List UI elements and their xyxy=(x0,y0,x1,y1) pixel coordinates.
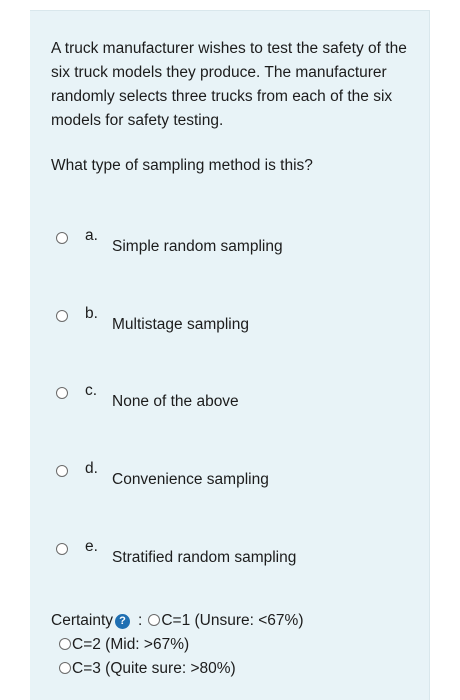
radio-d[interactable] xyxy=(56,465,68,477)
certainty-radio-1[interactable] xyxy=(148,614,161,626)
certainty-choice-3[interactable]: C=3 (Quite sure: >80%) xyxy=(72,660,236,677)
question-text: A truck manufacturer wishes to test the … xyxy=(51,37,421,199)
help-icon[interactable]: ? xyxy=(115,614,131,629)
certainty-radio-3[interactable] xyxy=(59,662,71,674)
question-panel: A truck manufacturer wishes to test the … xyxy=(30,10,430,700)
certainty-choice-1[interactable]: C=1 (Unsure: <67%) xyxy=(161,612,303,629)
certainty-choice-2[interactable]: C=2 (Mid: >67%) xyxy=(72,636,189,653)
certainty-line-3: C=3 (Quite sure: >80%) xyxy=(51,657,421,681)
option-label[interactable]: Stratified random sampling xyxy=(112,549,296,567)
question-prompt: What type of sampling method is this? xyxy=(51,157,313,174)
option-letter: d. xyxy=(85,460,98,477)
option-label[interactable]: Simple random sampling xyxy=(112,238,283,256)
option-letter: a. xyxy=(85,227,98,244)
option-label[interactable]: Convenience sampling xyxy=(112,471,269,489)
option-letter: c. xyxy=(85,382,98,399)
certainty-radio-2[interactable] xyxy=(59,638,71,650)
radio-e[interactable] xyxy=(56,543,68,555)
option-e[interactable]: e. Stratified random sampling xyxy=(56,538,396,574)
option-letter: b. xyxy=(85,305,98,322)
option-d[interactable]: d. Convenience sampling xyxy=(56,460,396,496)
option-b[interactable]: b. Multistage sampling xyxy=(56,305,396,341)
certainty-label: Certainty xyxy=(51,612,114,629)
radio-c[interactable] xyxy=(56,387,68,399)
radio-b[interactable] xyxy=(56,310,68,322)
certainty-colon: : xyxy=(138,612,143,629)
option-a[interactable]: a. Simple random sampling xyxy=(56,227,396,263)
question-paragraph: A truck manufacturer wishes to test the … xyxy=(51,40,407,129)
option-c[interactable]: c. None of the above xyxy=(56,382,396,418)
certainty-line-2: C=2 (Mid: >67%) xyxy=(51,633,421,657)
option-letter: e. xyxy=(85,538,98,555)
option-label[interactable]: Multistage sampling xyxy=(112,316,249,334)
certainty-line-1: Certainty?: C=1 (Unsure: <67%) xyxy=(51,609,421,633)
option-label[interactable]: None of the above xyxy=(112,393,239,411)
certainty-section: Certainty?: C=1 (Unsure: <67%) C=2 (Mid: … xyxy=(51,609,421,681)
radio-a[interactable] xyxy=(56,232,68,244)
